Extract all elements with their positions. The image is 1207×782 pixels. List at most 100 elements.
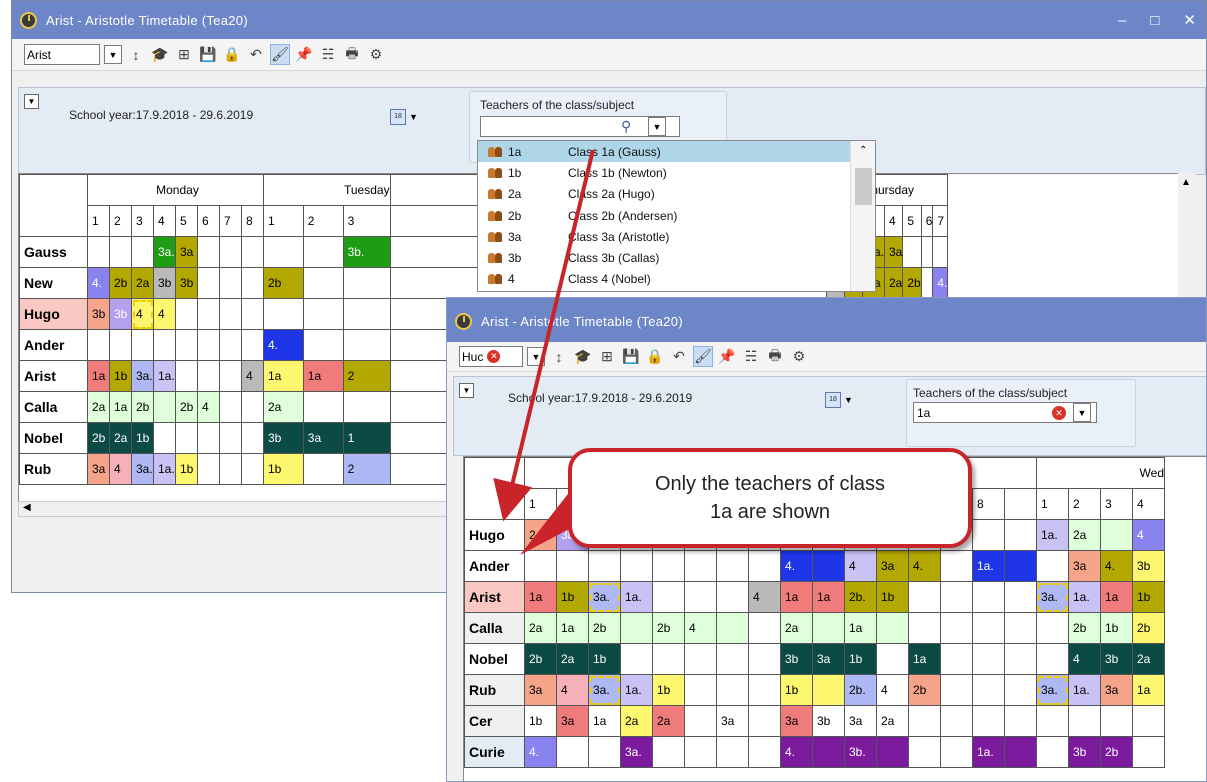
teacher-row-header[interactable]: Curie	[464, 736, 525, 768]
hour-header[interactable]: 4	[153, 205, 176, 237]
lesson-cell[interactable]: 3b	[1068, 736, 1101, 768]
lesson-cell[interactable]	[175, 360, 198, 392]
lesson-cell[interactable]: 2a	[883, 267, 904, 299]
teacher-row-header[interactable]: Arist	[19, 360, 88, 392]
lesson-cell[interactable]: 2b	[652, 612, 685, 644]
lesson-cell[interactable]	[940, 612, 973, 644]
hour-header[interactable]: 8	[241, 205, 264, 237]
lesson-cell[interactable]	[908, 736, 941, 768]
lesson-cell[interactable]: 2	[342, 453, 391, 485]
teacher-row-header[interactable]: Cer	[464, 705, 525, 737]
lesson-cell[interactable]: 2a	[652, 705, 685, 737]
lesson-cell[interactable]	[748, 705, 781, 737]
hour-header[interactable]: 4	[883, 205, 904, 237]
lesson-cell[interactable]: 4.	[780, 736, 813, 768]
lesson-cell[interactable]	[175, 298, 198, 330]
hour-header[interactable]: 3	[131, 205, 154, 237]
lesson-cell[interactable]: 1a	[844, 612, 877, 644]
teacher-row-header[interactable]: Rub	[464, 674, 525, 706]
lesson-cell[interactable]: 4	[684, 612, 717, 644]
save-icon[interactable]: 💾	[621, 346, 641, 367]
lesson-cell[interactable]: 1b	[131, 422, 154, 454]
lesson-cell[interactable]: 1a.	[1068, 581, 1101, 613]
scroll-up-icon[interactable]: ⌃	[859, 145, 867, 156]
lesson-cell[interactable]	[197, 360, 220, 392]
lesson-cell[interactable]	[241, 236, 264, 268]
lesson-cell[interactable]: 4.	[908, 550, 941, 582]
lesson-cell[interactable]: 3a.	[588, 674, 621, 706]
lesson-cell[interactable]: 3a	[1100, 674, 1133, 706]
class-filter-input[interactable]: 1a ✕	[913, 402, 1097, 423]
teacher-row-header[interactable]: Hugo	[19, 298, 88, 330]
lesson-cell[interactable]: 3a.	[1036, 581, 1069, 613]
lesson-cell[interactable]	[940, 674, 973, 706]
lesson-cell[interactable]: 3a	[812, 643, 845, 675]
lesson-cell[interactable]	[241, 267, 264, 299]
settings-gear-icon[interactable]: ⚙	[366, 44, 386, 65]
lesson-cell[interactable]: 1b	[175, 453, 198, 485]
lesson-cell[interactable]: 1a.	[153, 453, 176, 485]
lesson-cell[interactable]	[652, 550, 685, 582]
lesson-cell[interactable]	[748, 612, 781, 644]
lesson-cell[interactable]: 3b	[263, 422, 304, 454]
lesson-cell[interactable]: 3a.	[620, 736, 653, 768]
lesson-cell[interactable]: 4.	[780, 550, 813, 582]
lesson-cell[interactable]: 1a.	[972, 736, 1005, 768]
lesson-cell[interactable]: 2b	[263, 267, 304, 299]
lesson-cell[interactable]	[716, 550, 749, 582]
lesson-cell[interactable]: 3a.	[153, 236, 176, 268]
lesson-cell[interactable]	[1004, 736, 1037, 768]
lesson-cell[interactable]: 3b	[1132, 550, 1165, 582]
lesson-cell[interactable]	[219, 298, 242, 330]
lesson-cell[interactable]	[219, 391, 242, 423]
lesson-cell[interactable]: 4	[131, 298, 154, 330]
lesson-cell[interactable]: 1a	[812, 581, 845, 613]
brush-icon[interactable]: 🖌	[693, 346, 713, 367]
teacher-row-header[interactable]: Ander	[19, 329, 88, 361]
lesson-cell[interactable]: 4	[1132, 519, 1165, 551]
calendar-button[interactable]: 18 ▼	[390, 105, 428, 128]
lesson-cell[interactable]	[219, 422, 242, 454]
lock-icon[interactable]: 🔒	[222, 44, 242, 65]
undo-icon[interactable]: ↶	[246, 44, 266, 65]
lesson-cell[interactable]: 2a	[263, 391, 304, 423]
hour-header[interactable]: 3	[1100, 488, 1133, 520]
lesson-cell[interactable]	[302, 267, 344, 299]
lesson-cell[interactable]	[876, 736, 909, 768]
lesson-cell[interactable]: 2b	[908, 674, 941, 706]
lesson-cell[interactable]: 2a	[1132, 643, 1165, 675]
lesson-cell[interactable]: 1b	[1132, 581, 1165, 613]
lesson-cell[interactable]: 2a	[780, 612, 813, 644]
horizontal-scrollbar[interactable]: ◀	[18, 501, 478, 517]
lesson-cell[interactable]	[812, 736, 845, 768]
lesson-cell[interactable]: 4.	[524, 736, 557, 768]
lesson-cell[interactable]: 4.	[263, 329, 304, 361]
hour-header[interactable]: 1	[263, 205, 304, 237]
lesson-cell[interactable]	[1004, 550, 1037, 582]
lesson-cell[interactable]	[219, 236, 242, 268]
maximize-icon[interactable]: □	[1150, 12, 1159, 29]
lesson-cell[interactable]	[87, 236, 110, 268]
lesson-cell[interactable]: 3a	[883, 236, 904, 268]
nodes-icon[interactable]: ☵	[318, 44, 338, 65]
hour-header[interactable]: 8	[972, 488, 1005, 520]
lesson-cell[interactable]: 3b	[153, 267, 176, 299]
chevron-down-icon[interactable]: ▼	[104, 45, 122, 64]
lesson-cell[interactable]	[812, 674, 845, 706]
hour-header[interactable]: 5	[902, 205, 922, 237]
graduation-cap-icon[interactable]: 🎓	[150, 44, 170, 65]
lesson-cell[interactable]	[302, 329, 344, 361]
lesson-cell[interactable]	[902, 236, 922, 268]
save-icon[interactable]: 💾	[198, 44, 218, 65]
lesson-cell[interactable]	[87, 329, 110, 361]
lesson-cell[interactable]	[940, 643, 973, 675]
lesson-cell[interactable]	[197, 453, 220, 485]
lesson-cell[interactable]: 1b	[556, 581, 589, 613]
lesson-cell[interactable]	[972, 705, 1005, 737]
lesson-cell[interactable]: 3a	[175, 236, 198, 268]
lesson-cell[interactable]	[812, 550, 845, 582]
lesson-cell[interactable]: 4.	[87, 267, 110, 299]
hour-header[interactable]: 6	[197, 205, 220, 237]
lesson-cell[interactable]: 2b	[131, 391, 154, 423]
lesson-cell[interactable]: 3b.	[342, 236, 391, 268]
